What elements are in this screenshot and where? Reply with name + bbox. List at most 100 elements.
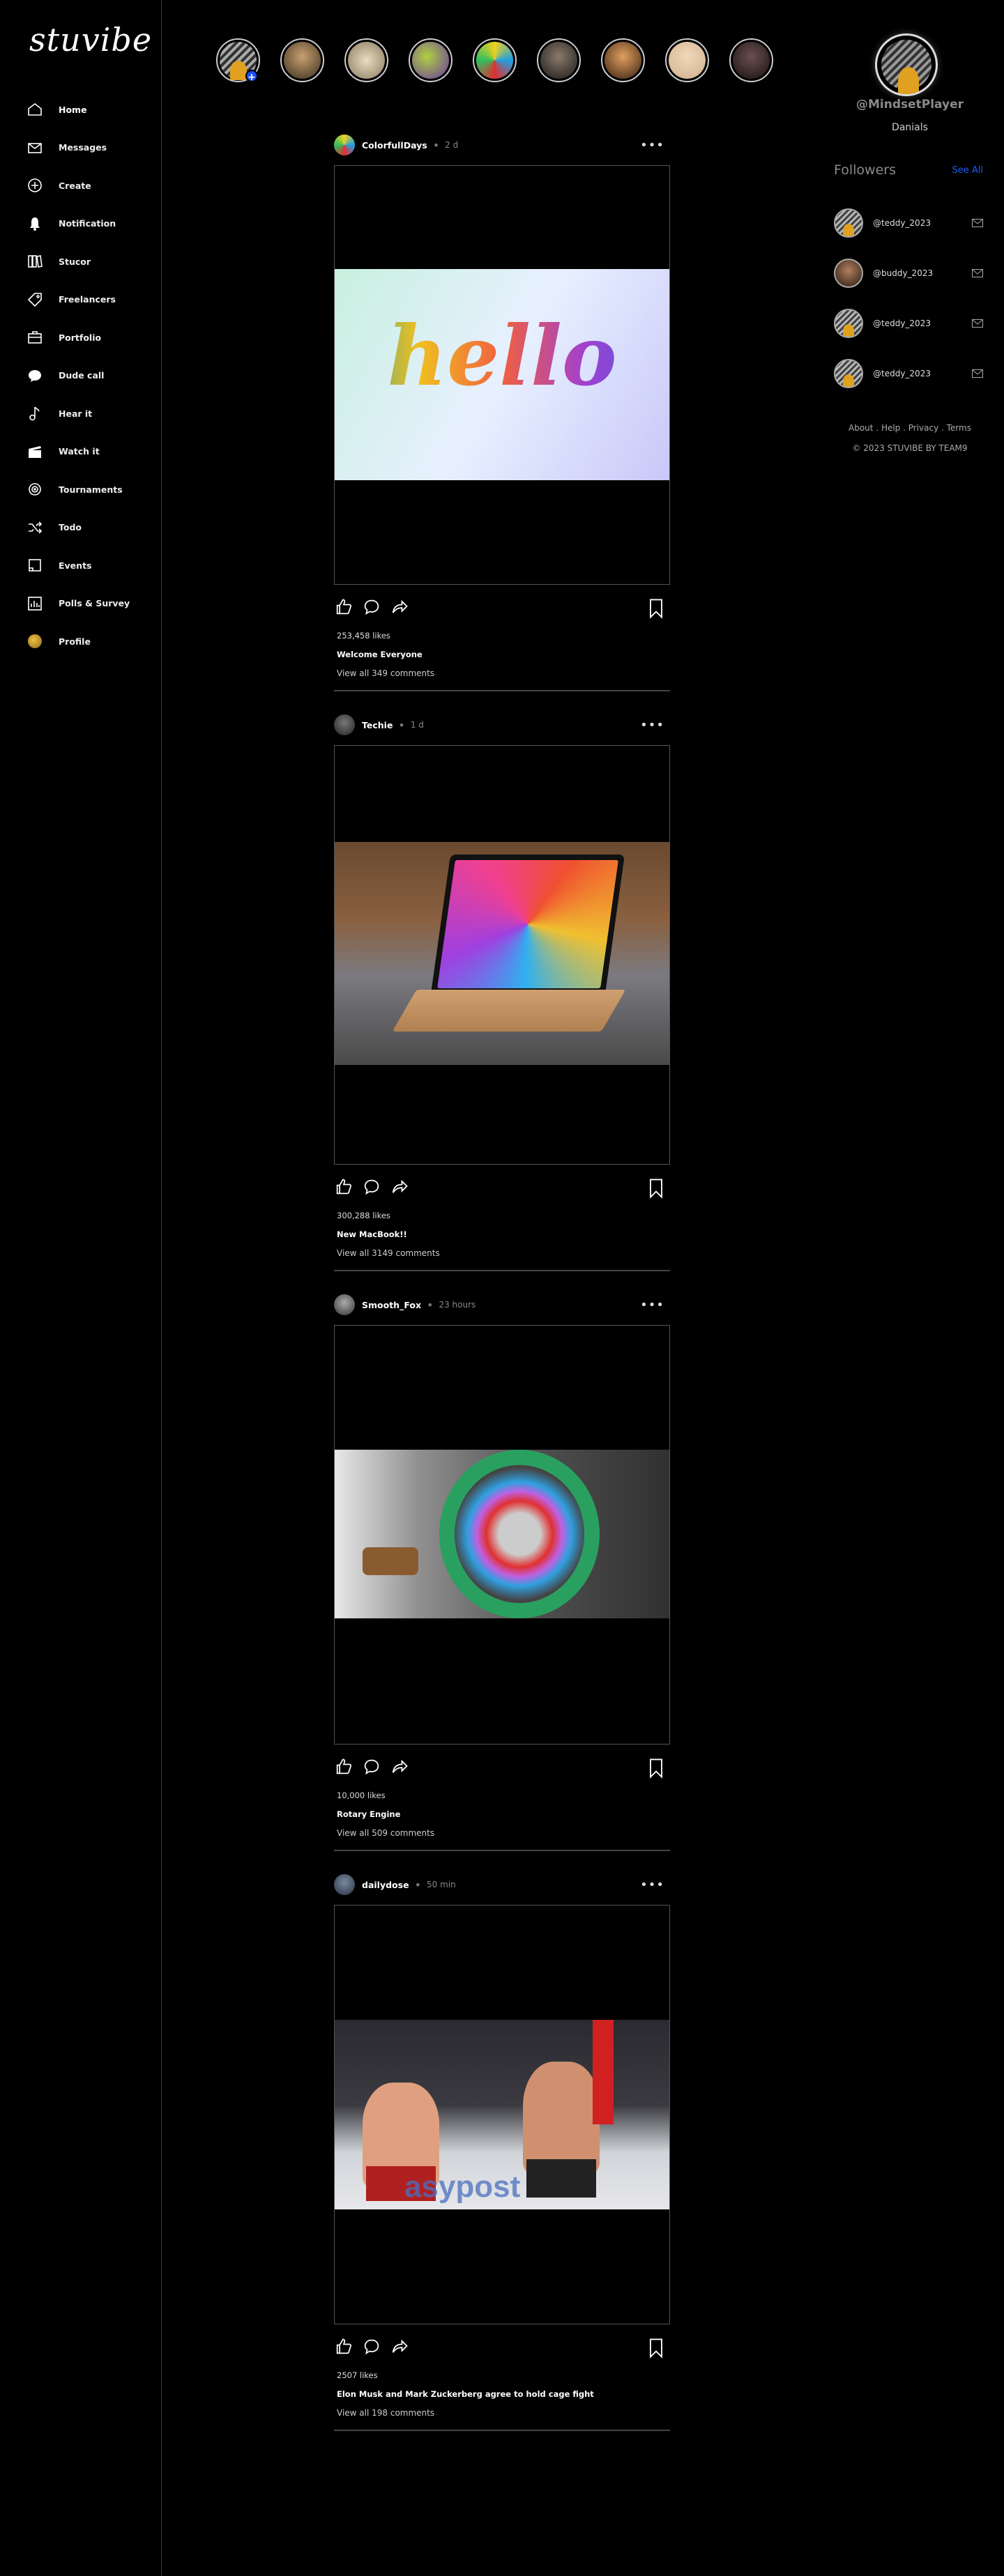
nav-item-messages[interactable]: Messages bbox=[26, 129, 159, 167]
nav-label: Tournaments bbox=[59, 484, 123, 495]
nav-item-home[interactable]: Home bbox=[26, 91, 159, 129]
nav-item-hear-it[interactable]: Hear it bbox=[26, 394, 159, 433]
likes-count[interactable]: 10,000 likes bbox=[337, 1791, 386, 1800]
follower-handle[interactable]: @teddy_2023 bbox=[873, 218, 972, 228]
bookmark-icon[interactable] bbox=[646, 1757, 666, 1782]
more-options-icon[interactable]: ••• bbox=[640, 138, 664, 153]
like-icon[interactable] bbox=[334, 1757, 353, 1779]
likes-count[interactable]: 300,288 likes bbox=[337, 1211, 390, 1220]
nav-item-watch-it[interactable]: Watch it bbox=[26, 433, 159, 471]
post-username[interactable]: Techie bbox=[362, 720, 393, 730]
briefcase-icon bbox=[26, 329, 43, 346]
view-comments-link[interactable]: View all 509 comments bbox=[337, 1828, 434, 1838]
nav-item-create[interactable]: Create bbox=[26, 167, 159, 205]
like-icon[interactable] bbox=[334, 1177, 353, 1199]
view-comments-link[interactable]: View all 349 comments bbox=[337, 668, 434, 678]
like-icon[interactable] bbox=[334, 597, 353, 620]
post-media[interactable]: asypost bbox=[334, 1905, 670, 2324]
follower-avatar[interactable] bbox=[834, 259, 863, 288]
follower-handle[interactable]: @buddy_2023 bbox=[873, 268, 972, 278]
profile-avatar[interactable] bbox=[875, 33, 938, 96]
bookmark-icon[interactable] bbox=[646, 2337, 666, 2362]
post-avatar[interactable] bbox=[334, 135, 355, 155]
nav-item-polls-survey[interactable]: Polls & Survey bbox=[26, 585, 159, 623]
likes-count[interactable]: 2507 likes bbox=[337, 2370, 378, 2380]
profile-username[interactable]: @MindsetPlayer bbox=[823, 98, 997, 112]
nav-item-dude-call[interactable]: Dude call bbox=[26, 357, 159, 395]
nav-item-portfolio[interactable]: Portfolio bbox=[26, 319, 159, 357]
clapperboard-icon bbox=[26, 443, 43, 460]
share-icon[interactable] bbox=[390, 597, 409, 620]
story-avatar[interactable] bbox=[537, 38, 581, 82]
nav-item-notification[interactable]: Notification bbox=[26, 205, 159, 243]
post-image: hello bbox=[335, 269, 669, 480]
nav-item-freelancers[interactable]: Freelancers bbox=[26, 281, 159, 319]
like-icon[interactable] bbox=[334, 2337, 353, 2359]
follower-item[interactable]: @teddy_2023 bbox=[834, 298, 983, 348]
share-icon[interactable] bbox=[390, 2337, 409, 2359]
nav-item-events[interactable]: Events bbox=[26, 546, 159, 585]
post-media[interactable] bbox=[334, 1325, 670, 1745]
story-avatar[interactable] bbox=[665, 38, 709, 82]
bookmark-icon[interactable] bbox=[646, 1177, 666, 1202]
separator-dot: • bbox=[398, 718, 405, 732]
nav-item-tournaments[interactable]: Tournaments bbox=[26, 470, 159, 509]
nav-item-stucor[interactable]: Stucor bbox=[26, 243, 159, 281]
message-icon[interactable] bbox=[972, 317, 983, 330]
follower-avatar[interactable] bbox=[834, 208, 863, 238]
follower-item[interactable]: @teddy_2023 bbox=[834, 198, 983, 248]
post-header: ColorfullDays • 2 d ••• bbox=[334, 135, 670, 155]
separator-dot: • bbox=[432, 138, 440, 152]
profile-name: Danials bbox=[892, 122, 928, 133]
post-username[interactable]: ColorfullDays bbox=[362, 140, 427, 151]
message-icon[interactable] bbox=[972, 367, 983, 381]
follower-item[interactable]: @teddy_2023 bbox=[834, 348, 983, 399]
plus-circle-icon bbox=[26, 177, 43, 194]
more-options-icon[interactable]: ••• bbox=[640, 718, 664, 733]
story-avatar[interactable] bbox=[409, 38, 452, 82]
nav-label: Profile bbox=[59, 636, 91, 647]
comment-icon[interactable] bbox=[362, 1177, 381, 1199]
post-media[interactable]: hello bbox=[334, 165, 670, 585]
message-icon[interactable] bbox=[972, 267, 983, 280]
post-avatar[interactable] bbox=[334, 1874, 355, 1895]
post-username[interactable]: dailydose bbox=[362, 1880, 409, 1890]
poll-icon bbox=[26, 595, 43, 612]
message-icon[interactable] bbox=[972, 217, 983, 230]
post-media[interactable] bbox=[334, 745, 670, 1165]
comment-icon[interactable] bbox=[362, 597, 381, 620]
see-all-link[interactable]: See All bbox=[952, 165, 984, 176]
follower-handle[interactable]: @teddy_2023 bbox=[873, 319, 972, 328]
post-avatar[interactable] bbox=[334, 1294, 355, 1315]
story-avatar[interactable] bbox=[473, 38, 517, 82]
story-avatar[interactable] bbox=[344, 38, 388, 82]
nav-item-profile[interactable]: Profile bbox=[26, 622, 159, 661]
app-logo[interactable]: stuvibe bbox=[29, 21, 152, 59]
story-avatar[interactable] bbox=[601, 38, 645, 82]
post-username[interactable]: Smooth_Fox bbox=[362, 1300, 421, 1310]
follower-avatar[interactable] bbox=[834, 359, 863, 388]
separator-dot: • bbox=[414, 1878, 421, 1892]
more-options-icon[interactable]: ••• bbox=[640, 1878, 664, 1892]
bookmark-icon[interactable] bbox=[646, 597, 666, 622]
follower-item[interactable]: @buddy_2023 bbox=[834, 248, 983, 298]
likes-count[interactable]: 253,458 likes bbox=[337, 631, 390, 641]
post-caption: Elon Musk and Mark Zuckerberg agree to h… bbox=[337, 2389, 594, 2399]
view-comments-link[interactable]: View all 198 comments bbox=[337, 2408, 434, 2418]
view-comments-link[interactable]: View all 3149 comments bbox=[337, 1248, 440, 1258]
comment-icon[interactable] bbox=[362, 2337, 381, 2359]
add-story-button[interactable]: + bbox=[245, 70, 258, 83]
post-caption: Rotary Engine bbox=[337, 1809, 401, 1819]
nav-label: Events bbox=[59, 560, 92, 571]
more-options-icon[interactable]: ••• bbox=[640, 1298, 664, 1312]
footer-links[interactable]: About . Help . Privacy . Terms bbox=[823, 423, 997, 433]
story-avatar[interactable] bbox=[280, 38, 324, 82]
share-icon[interactable] bbox=[390, 1177, 409, 1199]
nav-item-todo[interactable]: Todo bbox=[26, 509, 159, 547]
share-icon[interactable] bbox=[390, 1757, 409, 1779]
story-avatar[interactable] bbox=[729, 38, 773, 82]
follower-avatar[interactable] bbox=[834, 309, 863, 338]
follower-handle[interactable]: @teddy_2023 bbox=[873, 369, 972, 378]
comment-icon[interactable] bbox=[362, 1757, 381, 1779]
post-avatar[interactable] bbox=[334, 714, 355, 735]
